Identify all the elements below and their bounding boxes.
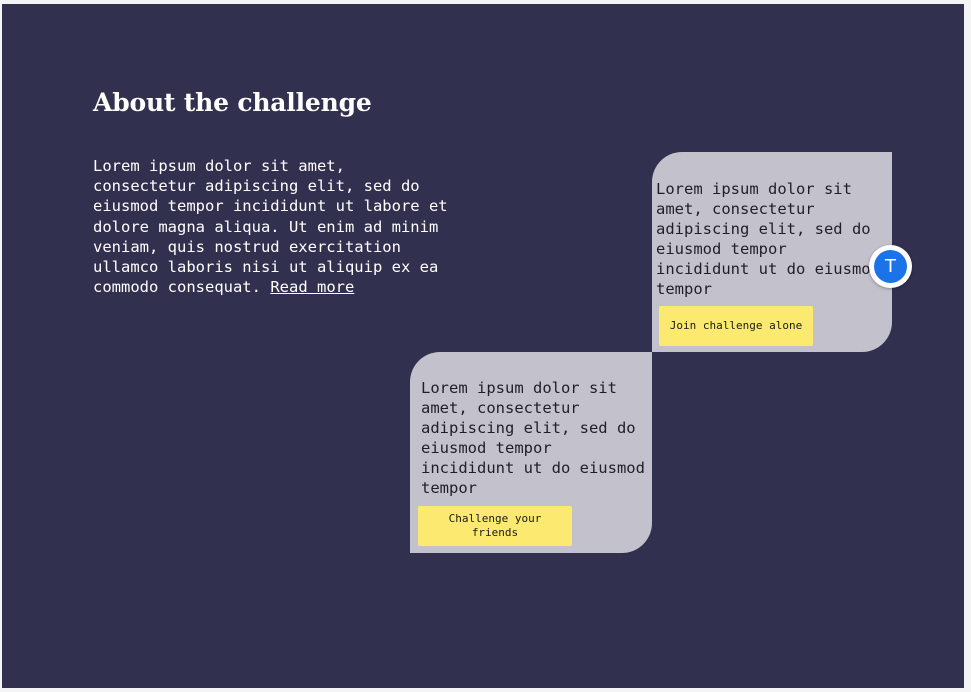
friends-challenge-card: Lorem ipsum dolor sit amet, consectetur … (410, 352, 652, 553)
challenge-friends-button[interactable]: Challenge your friends (418, 506, 572, 546)
friends-card-text: Lorem ipsum dolor sit amet, consectetur … (421, 379, 645, 498)
read-more-link[interactable]: Read more (270, 278, 354, 296)
solo-challenge-card: Lorem ipsum dolor sit amet, consectetur … (652, 152, 892, 352)
section-title: About the challenge (93, 88, 372, 117)
avatar-initial: T (874, 250, 907, 283)
section-description: Lorem ipsum dolor sit amet, consectetur … (93, 156, 455, 297)
user-avatar[interactable]: T (869, 245, 912, 288)
solo-card-text: Lorem ipsum dolor sit amet, consectetur … (656, 180, 880, 299)
join-challenge-alone-button[interactable]: Join challenge alone (659, 306, 813, 346)
section-description-text: Lorem ipsum dolor sit amet, consectetur … (93, 157, 448, 297)
